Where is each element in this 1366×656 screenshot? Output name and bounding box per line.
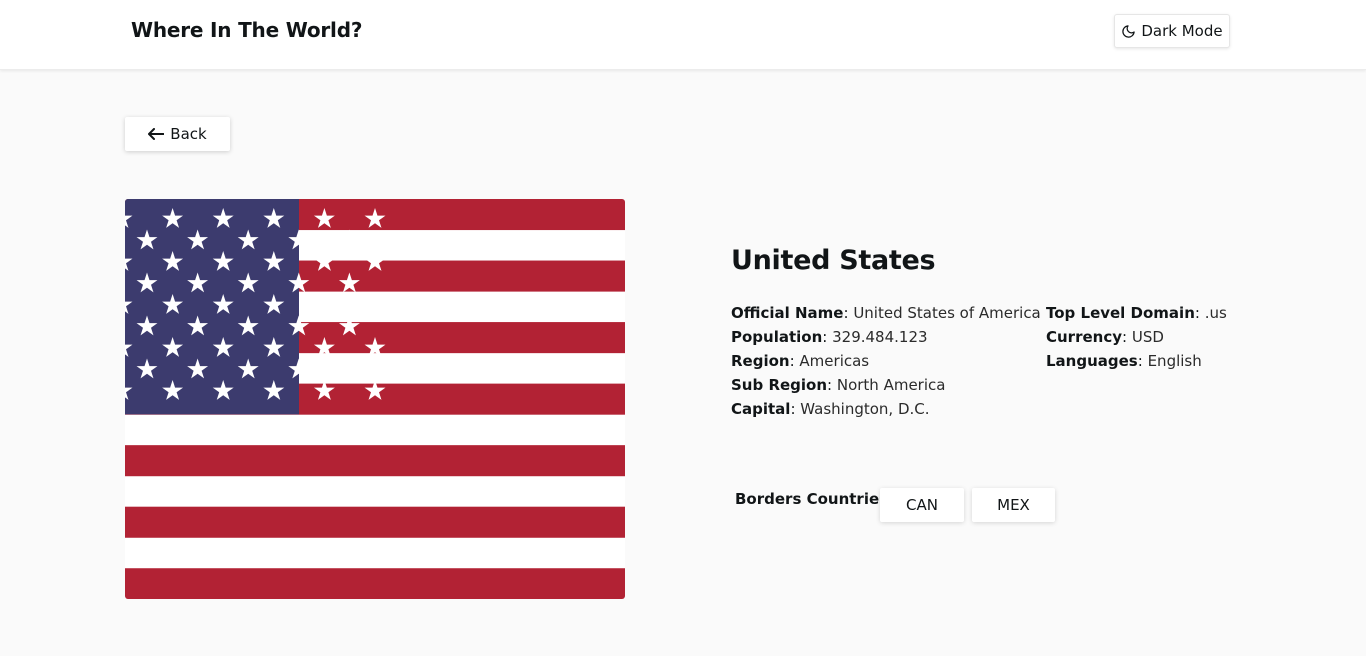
detail-sub-region: Sub Region: North America <box>731 376 946 394</box>
detail-capital: Capital: Washington, D.C. <box>731 400 930 418</box>
moon-icon <box>1121 24 1136 39</box>
detail-official-name: Official Name: United States of America <box>731 304 1041 322</box>
us-flag-image <box>125 199 625 599</box>
app-title: Where In The World? <box>131 18 363 42</box>
back-label: Back <box>170 125 207 143</box>
detail-currency: Currency: USD <box>1046 328 1164 346</box>
dark-mode-label: Dark Mode <box>1141 22 1223 40</box>
detail-languages: Languages: English <box>1046 352 1202 370</box>
detail-region: Region: Americas <box>731 352 870 370</box>
country-name: United States <box>731 245 936 276</box>
arrow-left-icon <box>148 128 165 140</box>
top-header: Where In The World? Dark Mode <box>0 0 1366 70</box>
detail-population: Population: 329.484.123 <box>731 328 928 346</box>
details-left-column: Official Name: United States of America … <box>731 301 1041 421</box>
border-country-button[interactable]: MEX <box>972 488 1055 522</box>
country-flag-image <box>125 199 625 599</box>
border-country-button[interactable]: CAN <box>880 488 964 522</box>
borders-label: Borders Countries <box>735 490 889 508</box>
detail-top-level-domain: Top Level Domain: .us <box>1046 304 1227 322</box>
dark-mode-toggle[interactable]: Dark Mode <box>1114 14 1230 48</box>
back-button[interactable]: Back <box>125 117 230 151</box>
details-right-column: Top Level Domain: .us Currency: USD Lang… <box>1046 301 1227 373</box>
